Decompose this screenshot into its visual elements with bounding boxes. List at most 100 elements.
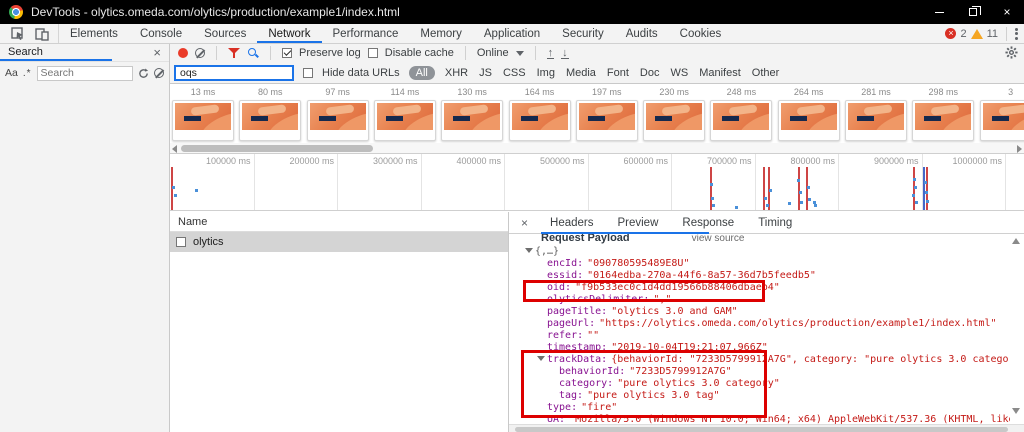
filmstrip-frame[interactable]: 13 ms (172, 86, 234, 142)
tab-network[interactable]: Network (257, 24, 321, 43)
timeline-tick-label: 1000000 ms (928, 156, 1002, 166)
close-button[interactable]: × (990, 0, 1024, 24)
filter-type-css[interactable]: CSS (502, 66, 527, 80)
page-thumbnail-image (915, 103, 971, 130)
details-close-icon[interactable]: × (509, 216, 538, 230)
tab-audits[interactable]: Audits (615, 24, 669, 43)
chevron-down-icon[interactable] (516, 51, 524, 56)
detail-tab-response[interactable]: Response (670, 214, 746, 232)
detail-tab-preview[interactable]: Preview (605, 214, 670, 232)
filmstrip-frame[interactable]: 298 ms (912, 86, 974, 142)
clear-search-icon[interactable] (154, 68, 164, 78)
minimize-button[interactable] (922, 0, 956, 24)
filmstrip-frame[interactable]: 3 (980, 86, 1024, 142)
refresh-icon[interactable] (138, 68, 149, 79)
filter-type-img[interactable]: Img (536, 66, 556, 80)
search-input[interactable] (37, 66, 133, 81)
view-source-link[interactable]: view source (692, 234, 745, 244)
filmstrip-frame[interactable]: 114 ms (374, 86, 436, 142)
payload-value: "https://olytics.omeda.com/olytics/produ… (599, 318, 996, 329)
tab-console[interactable]: Console (129, 24, 193, 43)
hide-data-urls-label[interactable]: Hide data URLs (322, 67, 400, 79)
filter-type-ws[interactable]: WS (669, 66, 689, 80)
regex-button[interactable]: .* (23, 68, 32, 79)
tab-sources[interactable]: Sources (193, 24, 257, 43)
request-dot (814, 204, 817, 207)
disable-cache-label[interactable]: Disable cache (385, 47, 454, 59)
filmstrip-frame[interactable]: 197 ms (576, 86, 638, 142)
scroll-right-icon[interactable] (1017, 145, 1022, 153)
error-count[interactable]: 2 (960, 28, 966, 40)
request-row-olytics[interactable]: olytics (170, 232, 508, 252)
export-har-icon[interactable]: ↓ (561, 48, 569, 59)
network-filter-input[interactable] (174, 65, 294, 81)
search-network-icon[interactable] (247, 47, 259, 59)
tab-elements[interactable]: Elements (59, 24, 129, 43)
maximize-button[interactable] (956, 0, 990, 24)
tree-expand-arrow[interactable] (525, 246, 535, 258)
filter-type-doc[interactable]: Doc (639, 66, 661, 80)
details-horizontal-scrollbar[interactable] (509, 424, 1024, 432)
filmstrip-thumbnail (307, 100, 369, 141)
filter-type-media[interactable]: Media (565, 66, 597, 80)
payload-key: refer: (547, 330, 583, 341)
warning-count[interactable]: 11 (987, 28, 998, 40)
detail-tab-headers[interactable]: Headers (538, 214, 605, 232)
tab-cookies[interactable]: Cookies (669, 24, 733, 43)
detail-tab-timing[interactable]: Timing (746, 214, 804, 232)
filmstrip-timestamp: 13 ms (172, 86, 234, 98)
scroll-down-icon[interactable] (1012, 408, 1020, 414)
more-options-icon[interactable] (1015, 26, 1018, 41)
scroll-left-icon[interactable] (172, 145, 177, 153)
page-thumbnail-image (310, 103, 366, 130)
search-panel-tab[interactable]: Search (0, 45, 112, 61)
network-overview-track[interactable]: 100000 ms200000 ms300000 ms400000 ms5000… (170, 153, 1024, 211)
throttling-select[interactable]: Online (477, 47, 509, 59)
request-checkbox[interactable] (176, 237, 186, 247)
preserve-log-checkbox[interactable] (282, 48, 292, 58)
filmstrip-frame[interactable]: 80 ms (239, 86, 301, 142)
filter-type-manifest[interactable]: Manifest (698, 66, 742, 80)
scrollbar-thumb[interactable] (181, 145, 373, 152)
timeline-tick-label: 300000 ms (344, 156, 418, 166)
filmstrip-frame[interactable]: 130 ms (441, 86, 503, 142)
scroll-up-icon[interactable] (1012, 238, 1020, 244)
tab-memory[interactable]: Memory (409, 24, 473, 43)
filmstrip-scrollbar[interactable] (170, 143, 1024, 153)
record-network-log-icon[interactable] (178, 48, 188, 58)
import-har-icon[interactable]: ↑ (547, 48, 555, 59)
filter-type-js[interactable]: JS (478, 66, 493, 80)
device-toolbar-icon[interactable] (35, 27, 49, 41)
filmstrip-frame[interactable]: 164 ms (509, 86, 571, 142)
filmstrip-frame[interactable]: 97 ms (307, 86, 369, 142)
search-close-icon[interactable]: × (153, 45, 161, 60)
filter-type-all[interactable]: All (409, 66, 435, 80)
match-case-button[interactable]: Aa (5, 67, 18, 79)
filter-type-xhr[interactable]: XHR (444, 66, 469, 80)
page-thumbnail-image (781, 103, 837, 130)
timeline-gridline (254, 154, 255, 210)
filmstrip-frame[interactable]: 281 ms (845, 86, 907, 142)
scrollbar-thumb[interactable] (515, 427, 1008, 432)
filmstrip-frame[interactable]: 248 ms (710, 86, 772, 142)
timeline-gridline (755, 154, 756, 210)
clear-network-log-icon[interactable] (195, 48, 205, 58)
settings-gear-icon[interactable] (1005, 46, 1018, 59)
preserve-log-label[interactable]: Preserve log (299, 47, 361, 59)
filter-type-font[interactable]: Font (606, 66, 630, 80)
name-column-header[interactable]: Name (170, 212, 508, 232)
filmstrip-frame[interactable]: 230 ms (643, 86, 705, 142)
warning-badge-icon[interactable] (971, 29, 983, 39)
timeline-gridline (421, 154, 422, 210)
tab-security[interactable]: Security (551, 24, 615, 43)
hide-data-urls-checkbox[interactable] (303, 68, 313, 78)
filter-icon[interactable] (228, 47, 240, 59)
disable-cache-checkbox[interactable] (368, 48, 378, 58)
filter-type-other[interactable]: Other (751, 66, 781, 80)
tab-performance[interactable]: Performance (322, 24, 410, 43)
error-badge-icon[interactable]: × (945, 28, 956, 39)
inspect-element-icon[interactable] (11, 27, 25, 41)
tab-application[interactable]: Application (473, 24, 551, 43)
filmstrip-timestamp: 164 ms (509, 86, 571, 98)
filmstrip-frame[interactable]: 264 ms (778, 86, 840, 142)
